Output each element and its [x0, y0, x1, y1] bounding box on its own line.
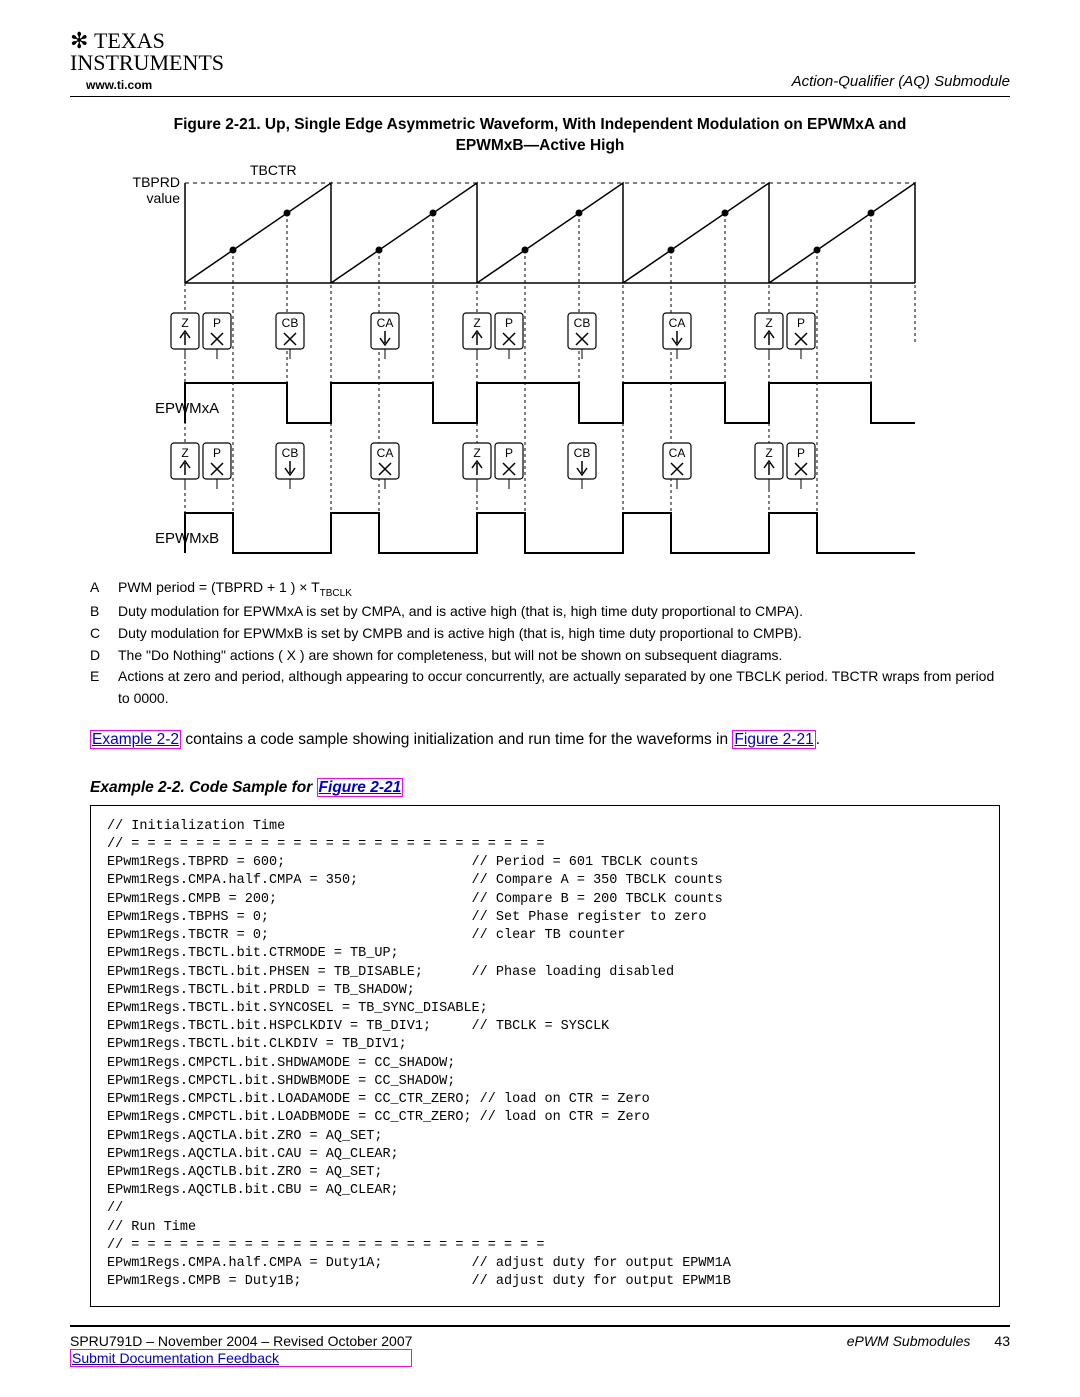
- paragraph: Example 2-2 contains a code sample showi…: [90, 728, 1000, 751]
- section-title: Action-Qualifier (AQ) Submodule: [792, 73, 1010, 92]
- figure-caption-b: EPWMxB—Active High: [456, 137, 625, 154]
- label-epwmxb: EPWMxB: [155, 530, 219, 547]
- svg-text:CB: CB: [574, 316, 591, 330]
- note-a-lbl: A: [90, 577, 118, 601]
- note-b-lbl: B: [90, 601, 118, 623]
- note-e: Actions at zero and period, although app…: [118, 666, 1000, 709]
- note-d: The "Do Nothing" actions ( X ) are shown…: [118, 645, 782, 667]
- label-tbctr: TBCTR: [250, 163, 297, 178]
- svg-text:P: P: [797, 316, 805, 330]
- footer-section: ePWM Submodules: [847, 1333, 971, 1349]
- para-mid: contains a code sample showing initializ…: [181, 731, 732, 748]
- svg-text:CA: CA: [377, 446, 394, 460]
- svg-text:CA: CA: [669, 316, 686, 330]
- page-header: ✻ TEXAS INSTRUMENTS www.ti.com Action-Qu…: [70, 30, 1010, 97]
- link-figure-2-21[interactable]: Figure 2-21: [732, 730, 815, 749]
- figure-caption: Figure 2-21. Up, Single Edge Asymmetric …: [110, 115, 970, 157]
- note-b: Duty modulation for EPWMxA is set by CMP…: [118, 601, 803, 623]
- label-tbprd2: value: [147, 190, 181, 206]
- ti-url: www.ti.com: [86, 78, 224, 92]
- svg-text:CA: CA: [669, 446, 686, 460]
- timing-diagram: TBCTR TBPRD value: [70, 163, 1010, 563]
- page-footer: SPRU791D – November 2004 – Revised Octob…: [70, 1325, 1010, 1367]
- svg-text:CA: CA: [377, 316, 394, 330]
- svg-text:CB: CB: [574, 446, 591, 460]
- svg-text:P: P: [505, 446, 513, 460]
- svg-text:Z: Z: [765, 316, 772, 330]
- svg-text:Z: Z: [473, 316, 480, 330]
- link-example-2-2[interactable]: Example 2-2: [90, 730, 181, 749]
- link-figure-2-21-b[interactable]: Figure 2-21: [317, 778, 404, 797]
- label-epwmxa: EPWMxA: [155, 400, 219, 417]
- svg-text:Z: Z: [181, 316, 188, 330]
- note-d-lbl: D: [90, 645, 118, 667]
- logo-line2: INSTRUMENTS: [70, 50, 224, 75]
- note-a: PWM period = (TBPRD + 1 ) × TTBCLK: [118, 577, 352, 601]
- svg-text:P: P: [797, 446, 805, 460]
- label-tbprd1: TBPRD: [133, 174, 180, 190]
- para-end: .: [816, 731, 820, 748]
- note-e-lbl: E: [90, 666, 118, 709]
- note-c: Duty modulation for EPWMxB is set by CMP…: [118, 623, 802, 645]
- footer-page: 43: [994, 1333, 1010, 1349]
- link-feedback[interactable]: Submit Documentation Feedback: [70, 1349, 412, 1367]
- svg-text:P: P: [505, 316, 513, 330]
- svg-text:P: P: [213, 446, 221, 460]
- svg-text:CB: CB: [282, 316, 299, 330]
- code-sample: // Initialization Time // = = = = = = = …: [90, 805, 1000, 1307]
- example-title: Example 2-2. Code Sample for Figure 2-21: [90, 779, 1000, 797]
- footer-docid: SPRU791D – November 2004 – Revised Octob…: [70, 1333, 412, 1349]
- figure-notes: A PWM period = (TBPRD + 1 ) × TTBCLK BDu…: [90, 577, 1000, 710]
- ti-logo: ✻ TEXAS INSTRUMENTS www.ti.com: [70, 30, 224, 92]
- svg-text:Z: Z: [765, 446, 772, 460]
- svg-text:CB: CB: [282, 446, 299, 460]
- svg-text:P: P: [213, 316, 221, 330]
- example-title-a: Example 2-2. Code Sample for: [90, 779, 317, 796]
- svg-text:Z: Z: [181, 446, 188, 460]
- figure-caption-a: Figure 2-21. Up, Single Edge Asymmetric …: [174, 116, 907, 133]
- svg-text:Z: Z: [473, 446, 480, 460]
- note-c-lbl: C: [90, 623, 118, 645]
